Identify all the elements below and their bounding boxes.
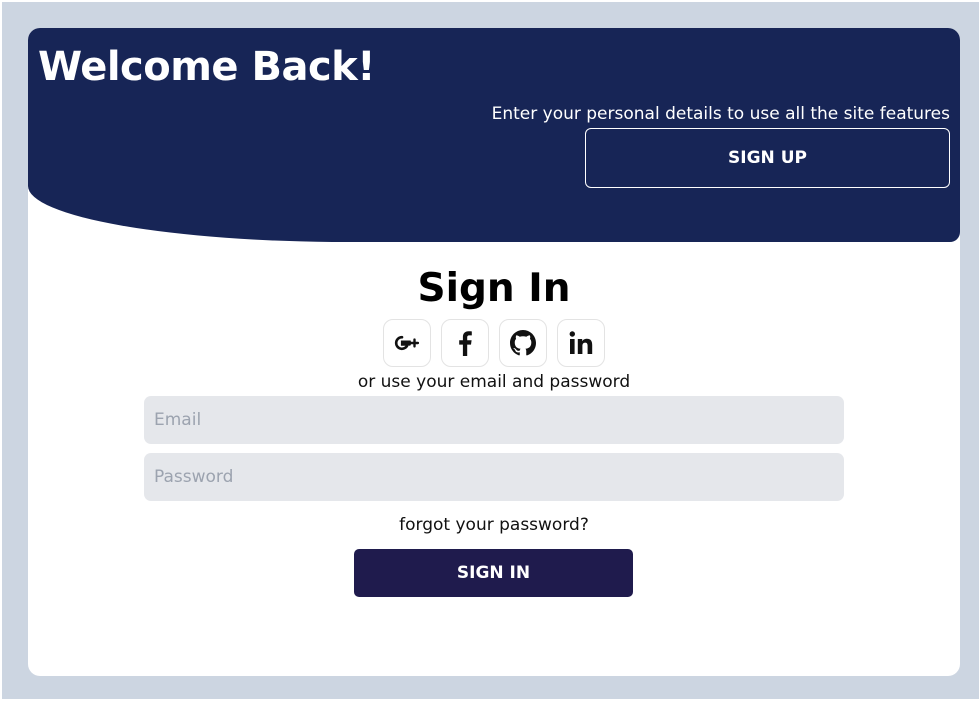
email-field[interactable]: [144, 396, 844, 444]
google-plus-icon: [394, 335, 420, 351]
alternative-login-text: or use your email and password: [357, 372, 631, 392]
facebook-icon: [459, 331, 472, 356]
linkedin-login-button[interactable]: [557, 319, 605, 367]
welcome-banner: Welcome Back! Enter your personal detail…: [28, 28, 960, 242]
github-login-button[interactable]: [499, 319, 547, 367]
sign-up-button[interactable]: SIGN UP: [585, 128, 950, 188]
sign-in-title: Sign In: [417, 266, 571, 311]
sign-in-button[interactable]: SIGN IN: [354, 549, 633, 597]
forgot-password-row: forgot your password?: [28, 515, 960, 535]
auth-card: Welcome Back! Enter your personal detail…: [28, 28, 960, 676]
facebook-login-button[interactable]: [441, 319, 489, 367]
google-login-button[interactable]: [383, 319, 431, 367]
social-login-row: [383, 319, 605, 367]
welcome-heading: Welcome Back!: [38, 44, 376, 90]
github-icon: [510, 330, 536, 356]
forgot-password-link[interactable]: forgot your password?: [399, 515, 589, 535]
welcome-subtitle: Enter your personal details to use all t…: [491, 104, 950, 124]
linkedin-icon: [569, 331, 593, 354]
password-field[interactable]: [144, 453, 844, 501]
